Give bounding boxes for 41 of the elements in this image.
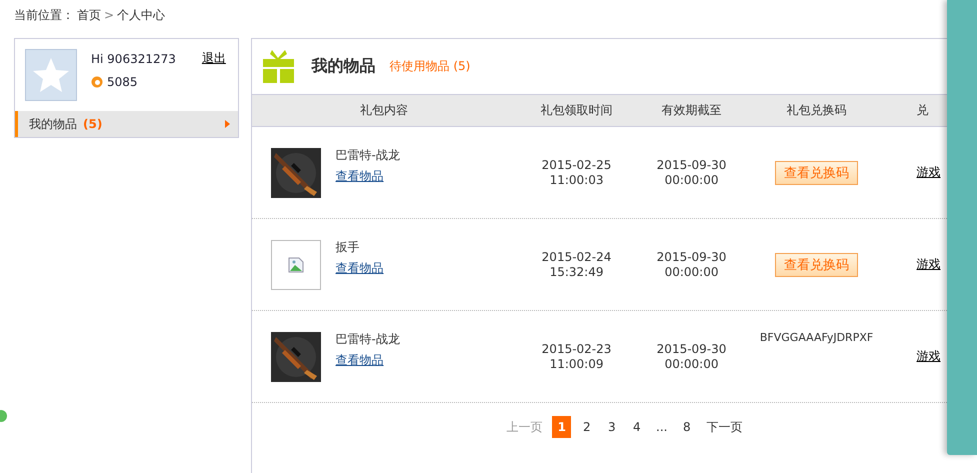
received-time: 2015-02-25 11:00:03 [540,158,612,188]
avatar-icon [25,49,77,101]
game-link[interactable]: 游戏 [916,164,941,181]
column-header: 礼包兑换码 [786,102,848,119]
view-item-link[interactable]: 查看物品 [336,260,384,276]
next-page-link[interactable]: 下一页 [702,418,746,436]
caret-icon [224,120,230,128]
item-name: 扳手 [336,238,361,256]
item-name: 巴雷特-战龙 [336,146,400,164]
page-title: 我的物品 [312,56,376,77]
item-name: 巴雷特-战龙 [336,330,400,348]
breadcrumb-separator: > [104,8,114,22]
logout-link[interactable]: 退出 [202,50,226,67]
breadcrumb-label: 当前位置： [14,6,74,24]
gift-icon [262,50,294,83]
view-item-link[interactable]: 查看物品 [336,352,400,368]
sidebar-item[interactable]: 我的物品 (5) [15,111,238,137]
game-link[interactable]: 游戏 [916,256,941,273]
page-link[interactable]: 3 [602,416,622,438]
page-link[interactable]: 8 [677,416,696,438]
page-link[interactable]: 2 [577,416,596,438]
view-item-link[interactable]: 查看物品 [336,168,400,184]
page-link[interactable]: ... [652,416,672,438]
broken-image-icon [288,256,304,272]
column-header: 兑 [916,102,930,119]
breadcrumb-link[interactable]: 首页 [77,6,101,24]
expiry-time: 2015-09-30 00:00:00 [656,342,728,372]
points-value: 5085 [107,75,138,89]
column-header: 有效期截至 [660,102,723,119]
received-time: 2015-02-23 11:00:09 [540,342,612,372]
user-greeting: Hi 906321273 [91,52,176,66]
received-time: 2015-02-24 15:32:49 [540,250,612,280]
game-link[interactable]: 游戏 [916,348,941,365]
column-header: 礼包领取时间 [540,102,614,119]
breadcrumb-link[interactable]: 个人中心 [117,6,166,24]
coin-icon [91,76,103,88]
page-link[interactable]: 4 [627,416,646,438]
expiry-time: 2015-09-30 00:00:00 [656,158,728,188]
column-header: 礼包内容 [359,102,410,119]
redeem-code: BFVGGAAAFyJDRPXF [760,331,874,344]
expiry-time: 2015-09-30 00:00:00 [656,250,728,280]
